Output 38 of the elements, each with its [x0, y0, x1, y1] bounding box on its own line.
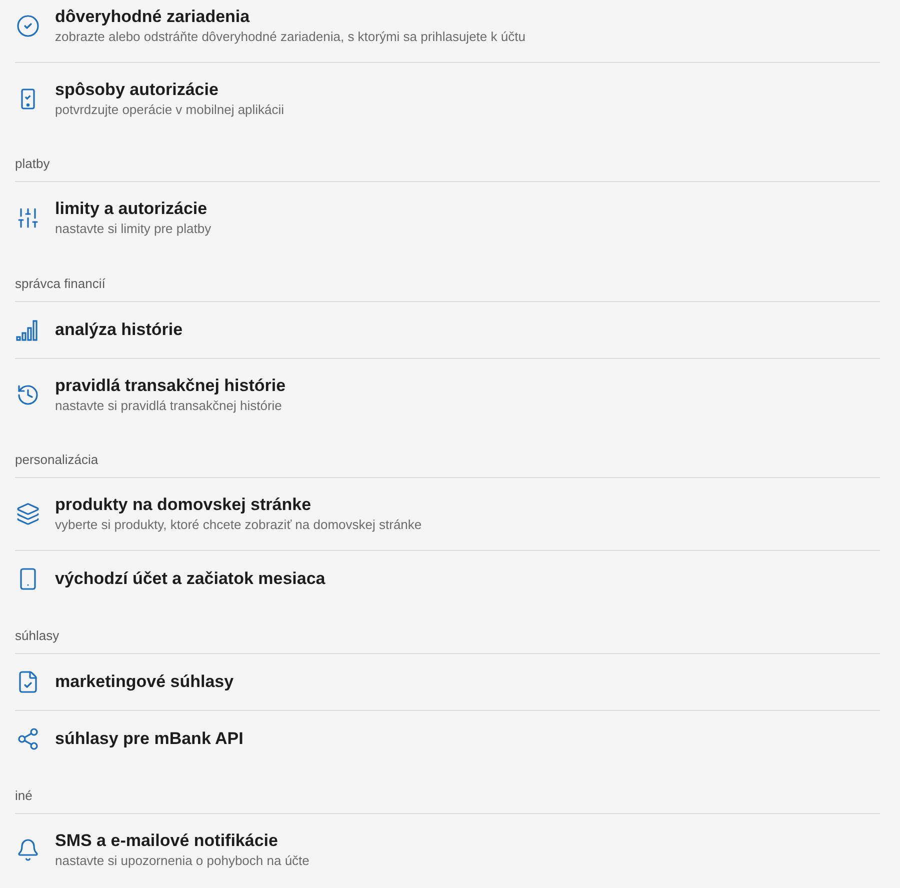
section-heading: platby [15, 156, 51, 172]
settings-item[interactable]: východzí účet a začiatok mesiaca [15, 550, 880, 606]
settings-item[interactable]: dôveryhodné zariadenia zobrazte alebo odstráňte dôveryhodné zariadenia, s ktorými sa prihlasujete k účtu [15, 0, 880, 62]
bell-icon [16, 838, 40, 862]
settings-item[interactable]: marketingové súhlasy [15, 654, 880, 710]
settings-item[interactable]: SMS a e-mailové notifikácie nastavte si upozornenia o pohyboch na účte [15, 814, 880, 886]
item-description: potvrdzujte operácie v mobilnej aplikácii [55, 100, 284, 118]
section-heading: správca financií [15, 276, 106, 292]
item-title: východzí účet a začiatok mesiaca [55, 568, 326, 590]
bar-chart-icon [16, 318, 40, 342]
item-title: produkty na domovskej stránke [55, 494, 312, 516]
item-description: zobrazte alebo odstráňte dôveryhodné zariadenia, s ktorými sa prihlasujete k účtu [55, 28, 526, 46]
section-heading: iné [15, 788, 34, 804]
item-title: súhlasy pre mBank API [55, 728, 244, 750]
history-icon [16, 382, 40, 406]
item-description: nastavte si limity pre platby [55, 220, 212, 238]
settings-item[interactable]: limity a autorizácie nastavte si limity pre platby [15, 182, 880, 254]
settings-item[interactable]: súhlasy pre mBank API [15, 710, 880, 766]
layers-icon [16, 502, 40, 526]
settings-item[interactable]: spôsoby autorizácie potvrdzujte operácie v mobilnej aplikácii [15, 62, 880, 134]
settings-item[interactable]: analýza histórie [15, 302, 880, 358]
settings-item[interactable]: pravidlá transakčnej histórie nastavte si pravidlá transakčnej histórie [15, 358, 880, 430]
item-description: vyberte si produkty, ktoré chcete zobraziť na domovskej stránke [55, 516, 422, 534]
section-heading: personalizácia [15, 452, 100, 468]
check-circle-icon [16, 14, 40, 38]
settings-item[interactable]: produkty na domovskej stránke vyberte si produkty, ktoré chcete zobraziť na domovskej stránke [15, 478, 880, 550]
item-title: spôsoby autorizácie [55, 78, 220, 100]
item-title: marketingové súhlasy [55, 671, 234, 693]
sliders-icon [16, 206, 40, 230]
item-title: SMS a e-mailové notifikácie [55, 830, 279, 852]
item-title: analýza histórie [55, 319, 183, 341]
section-heading: súhlasy [15, 628, 60, 644]
item-title: limity a autorizácie [55, 198, 208, 220]
item-title: pravidlá transakčnej histórie [55, 374, 286, 396]
item-description: nastavte si pravidlá transakčnej histórie [55, 396, 283, 414]
item-description: nastavte si upozornenia o pohyboch na účte [55, 852, 310, 870]
item-title: dôveryhodné zariadenia [55, 6, 251, 28]
share-icon [16, 726, 40, 750]
